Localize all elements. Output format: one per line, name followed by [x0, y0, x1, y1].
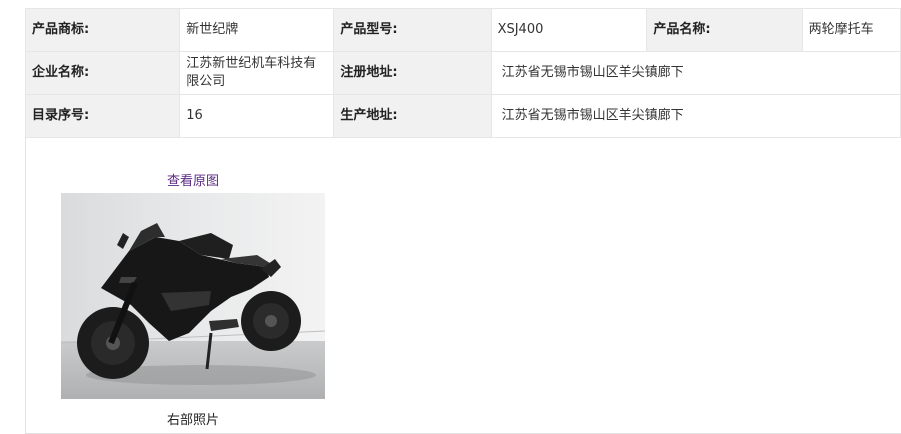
model-label: 产品型号: — [333, 8, 492, 52]
view-original-link[interactable]: 查看原图 — [61, 170, 325, 189]
catalog-number-value: 16 — [179, 94, 335, 138]
photo-caption: 右部照片 — [166, 413, 219, 428]
product-info-table: 产品商标: 新世纪牌 产品型号: XSJ400 产品名称: 两轮摩托车 企业名称… — [24, 8, 901, 138]
production-address-value: 江苏省无锡市锡山区羊尖镇廊下 — [490, 94, 901, 138]
motorcycle-photo[interactable] — [61, 193, 325, 399]
table-row: 目录序号: 16 生产地址: 江苏省无锡市锡山区羊尖镇廊下 — [24, 94, 901, 138]
company-value: 江苏新世纪机车科技有限公司 — [179, 51, 335, 95]
table-row: 产品商标: 新世纪牌 产品型号: XSJ400 产品名称: 两轮摩托车 — [24, 8, 901, 52]
company-label: 企业名称: — [24, 51, 181, 95]
registered-address-label: 注册地址: — [333, 51, 492, 95]
photo-block: 查看原图 右部照片 — [61, 170, 325, 428]
registered-address-value: 江苏省无锡市锡山区羊尖镇廊下 — [490, 51, 901, 95]
model-value: XSJ400 — [490, 8, 648, 52]
brand-label: 产品商标: — [24, 8, 181, 52]
production-address-label: 生产地址: — [333, 94, 492, 138]
catalog-number-label: 目录序号: — [24, 94, 181, 138]
product-name-value: 两轮摩托车 — [801, 8, 901, 52]
brand-value: 新世纪牌 — [179, 8, 335, 52]
product-name-label: 产品名称: — [646, 8, 803, 52]
table-row: 企业名称: 江苏新世纪机车科技有限公司 注册地址: 江苏省无锡市锡山区羊尖镇廊下 — [24, 51, 901, 95]
